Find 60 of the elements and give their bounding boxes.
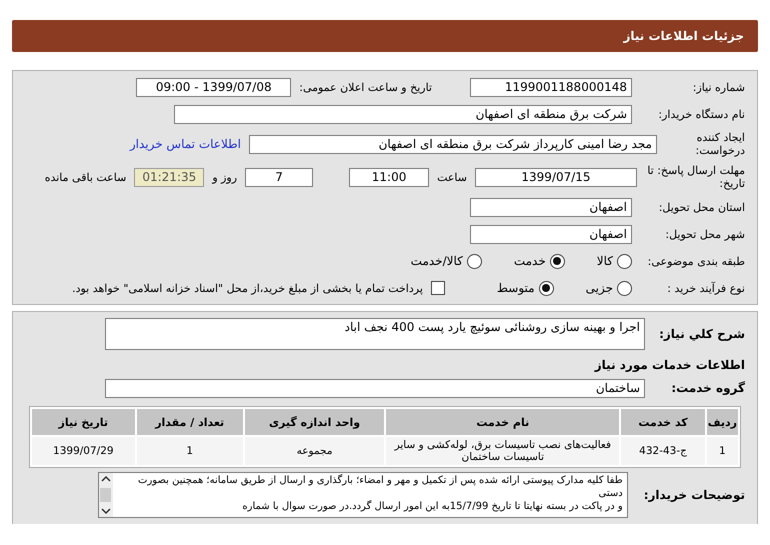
countdown-field[interactable]: 01:21:35 <box>134 168 204 186</box>
column-header: تاریخ نیاز <box>32 409 135 435</box>
scrollbar-thumb[interactable] <box>100 488 112 502</box>
field-label: ساعت باقی مانده <box>44 170 126 184</box>
table-cell: 1399/07/29 <box>32 437 135 465</box>
radio-option[interactable]: کالا <box>596 254 632 268</box>
radio-option[interactable]: خدمت <box>514 254 565 268</box>
field-label: نوع فرآیند خرید : <box>666 282 745 294</box>
field-label: توضیحات خریدار: <box>644 488 745 502</box>
column-header: کد خدمت <box>621 409 705 435</box>
field-label: شرح کلي نیاز: <box>658 327 745 341</box>
field-label: روز و <box>212 170 238 184</box>
text-field[interactable]: 1399/07/15 <box>475 168 637 186</box>
radio-button[interactable] <box>617 280 632 296</box>
contact-link[interactable]: اطلاعات تماس خریدار <box>130 137 241 151</box>
scroll-down-icon[interactable] <box>100 507 111 515</box>
table-cell: 1 <box>136 437 243 465</box>
column-header: واحد اندازه گیری <box>244 409 384 435</box>
text-field[interactable]: اصفهان <box>470 224 632 244</box>
column-header: تعداد / مقدار <box>136 409 243 435</box>
scroll-up-icon[interactable] <box>100 475 111 483</box>
text-field[interactable]: شرکت برق منطقه ای اصفهان <box>174 104 632 124</box>
radio-button[interactable] <box>550 254 565 268</box>
page-title: جزئیات اطلاعات نیاز <box>623 29 744 43</box>
field-label: استان محل تحویل: <box>658 200 745 214</box>
note-text: طفا کلیه مدارک پیوستی ارائه شده پس از تکمیل و مهر و امضاء؛ بارگذاری و ارسال از طریق سامانه؛ همچنین بصورت دستی <box>137 474 623 500</box>
text-field[interactable]: اصفهان <box>470 198 632 216</box>
text-field[interactable]: 1199001188000148 <box>470 78 632 96</box>
field-label: گروه خدمت: <box>670 381 745 395</box>
field-label: طبقه بندی موضوعی: <box>646 254 745 268</box>
radio-button[interactable] <box>466 254 482 268</box>
radio-button[interactable] <box>538 280 554 296</box>
field-label: شهر محل تحویل: <box>664 228 745 240</box>
text-field[interactable]: 7 <box>245 168 314 186</box>
text-field[interactable]: ساختمان <box>105 378 645 398</box>
note-text: و در پاکت در بسته نهایتا تا تاریخ 15/7/99به این امور ارسال گردد.در صورت سوال با شماره <box>241 500 623 513</box>
field-label: تاریخ و ساعت اعلان عمومی: <box>299 80 432 94</box>
table-cell: مجموعه <box>244 437 384 465</box>
checkbox[interactable] <box>430 281 445 295</box>
field-label: نام دستگاه خریدار: <box>657 108 745 120</box>
column-header: ردیف <box>706 409 738 435</box>
section-heading: اطلاعات خدمات مورد نیاز <box>594 358 745 372</box>
text-area[interactable]: طفا کلیه مدارک پیوستی ارائه شده پس از تکمیل و مهر و امضاء؛ بارگذاری و ارسال از طریق سامانه؛ همچنین بصورت دستی و در پاکت در بسته نهایتا تا تاریخ 15/7/99به این امور ارسال گردد.در صورت سوال با شماره <box>98 472 628 518</box>
text-field[interactable]: 1399/07/08 - 09:00 <box>136 78 292 96</box>
field-label: شماره نیاز: <box>692 80 745 94</box>
table-cell: 1 <box>706 437 738 465</box>
field-label: ایجاد کننده درخواست: <box>694 131 745 157</box>
radio-option[interactable]: متوسط <box>496 280 554 296</box>
radio-option[interactable]: کالا/خدمت <box>410 254 482 268</box>
table-cell: ج-43-432 <box>621 437 705 465</box>
table-cell: فعالیت‌های نصب تاسیسات برق، لوله‌کشی و سایر تاسیسات ساختمان <box>386 437 620 465</box>
radio-button[interactable] <box>617 254 632 268</box>
text-field[interactable]: 11:00 <box>349 168 430 186</box>
column-header: نام خدمت <box>386 409 620 435</box>
field-label: مهلت ارسال پاسخ: تا تاریخ: <box>646 164 745 190</box>
radio-option[interactable]: جزیی <box>586 280 632 296</box>
text-area[interactable]: اجرا و بهینه سازی روشنائی سوئیچ یارد پست 400 نجف اباد <box>105 318 645 350</box>
checkbox-label: پرداخت تمام یا بخشی از مبلغ خرید،از محل "اسناد خزانه اسلامی" خواهد بود. <box>72 282 423 294</box>
field-label: ساعت <box>437 170 467 184</box>
text-field[interactable]: مجد رضا امینی کارپرداز شرکت برق منطقه ای اصفهان <box>249 134 657 154</box>
